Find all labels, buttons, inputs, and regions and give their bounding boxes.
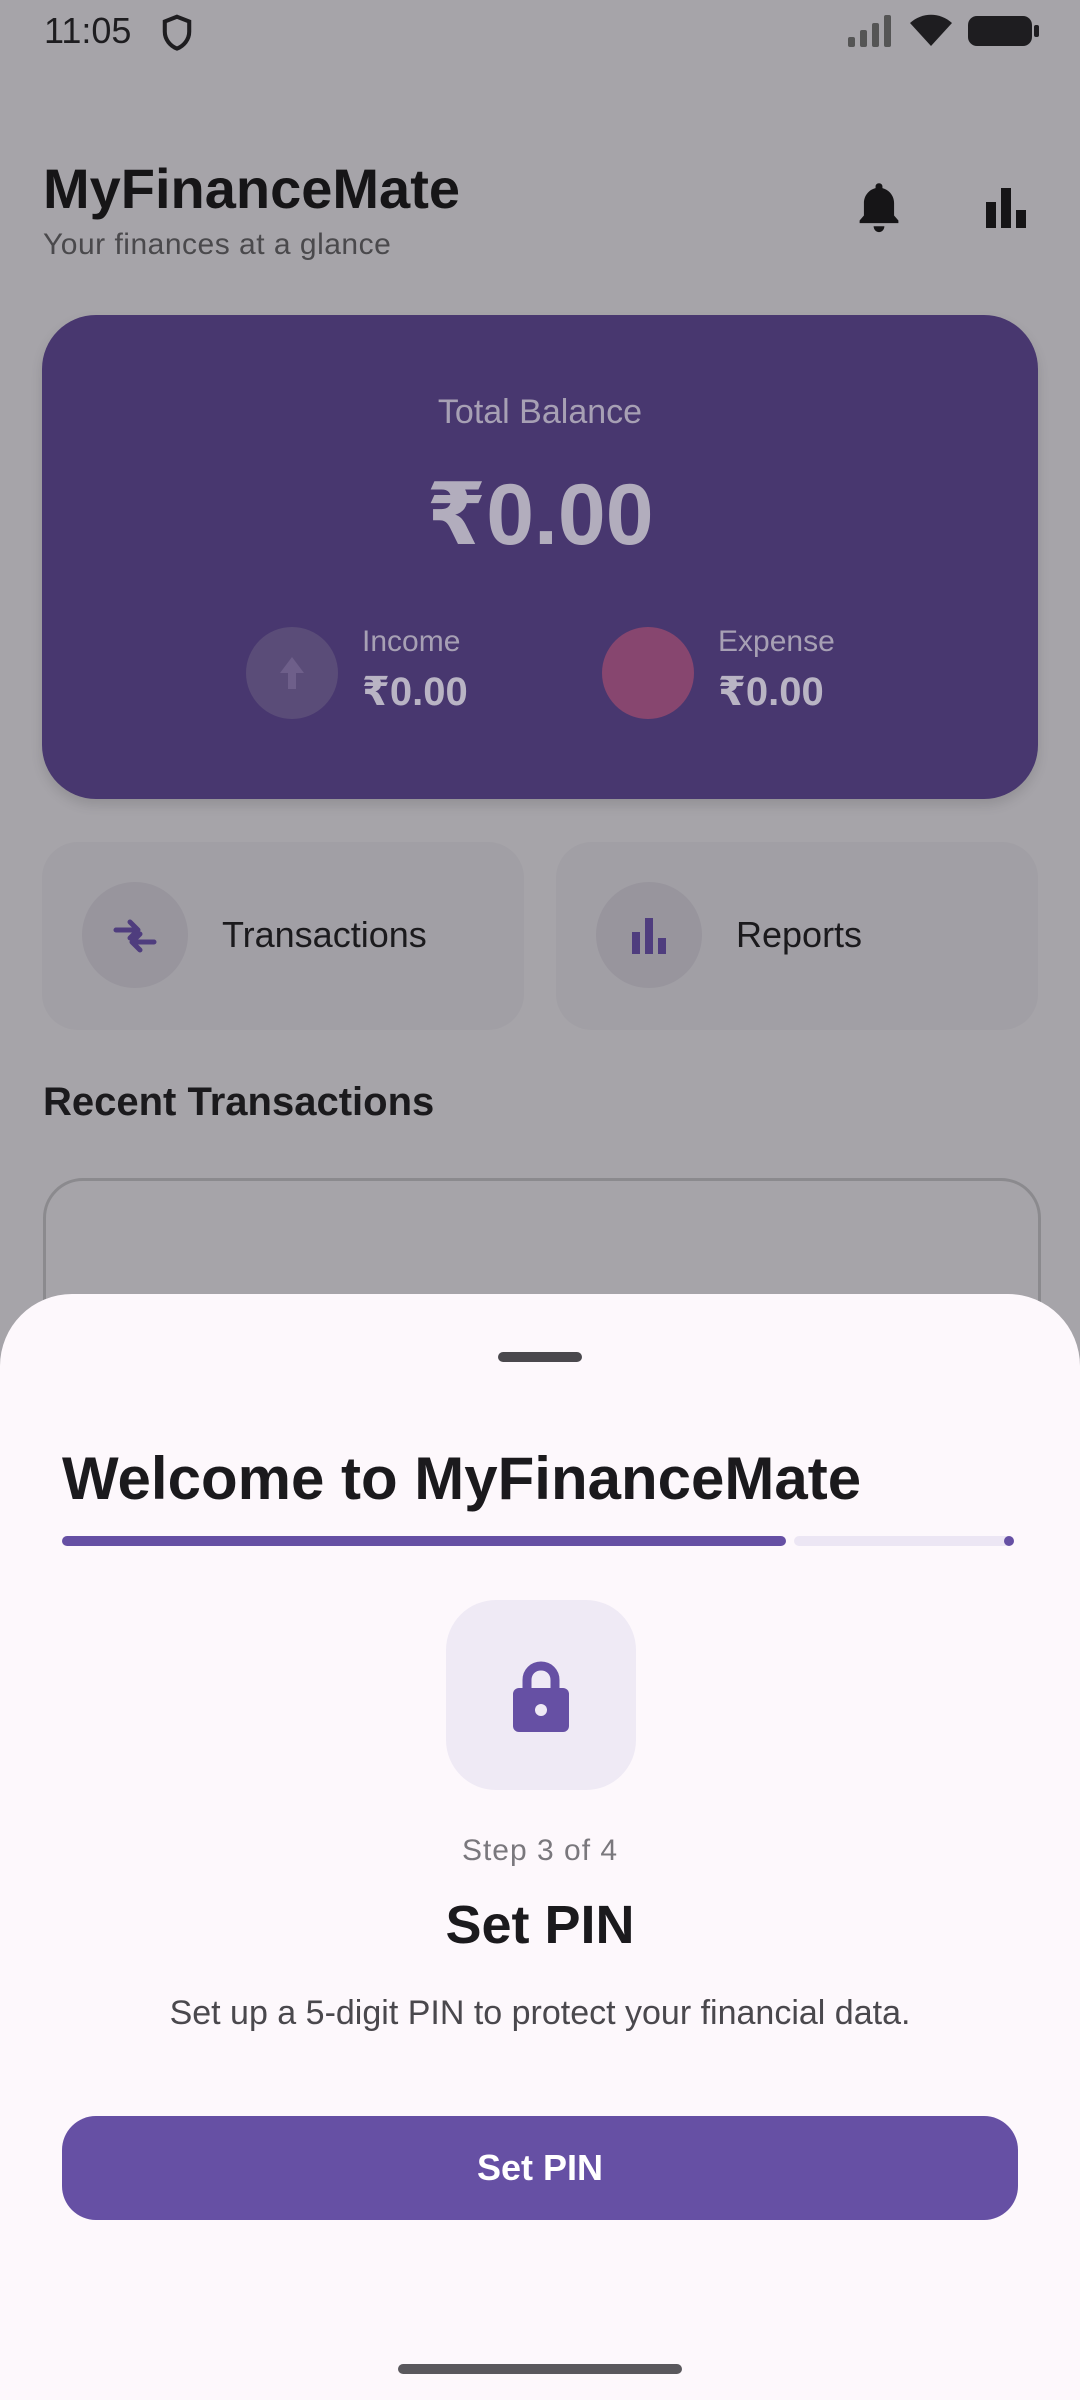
- income-value: ₹0.00: [362, 670, 468, 714]
- progress-track: [794, 1536, 1014, 1546]
- onboarding-sheet: Welcome to MyFinanceMate Step 3 of 4 Set…: [0, 1294, 1080, 2400]
- transactions-button[interactable]: Transactions: [42, 842, 524, 1030]
- total-balance-amount: ₹0.00: [426, 467, 654, 563]
- balance-card: Total Balance ₹0.00 Income ₹0.00 Expense…: [42, 315, 1038, 799]
- status-icons: [848, 14, 1040, 48]
- shield-icon: [162, 14, 192, 51]
- bell-icon[interactable]: [852, 180, 906, 236]
- total-balance-label: Total Balance: [437, 393, 643, 431]
- sheet-title: Welcome to MyFinanceMate: [62, 1445, 862, 1512]
- expense-value: ₹0.00: [718, 670, 824, 714]
- step-description: Set up a 5-digit PIN to protect your fin…: [169, 1994, 911, 2032]
- step-indicator: Step 3 of 4: [461, 1834, 619, 1867]
- income-icon: [246, 627, 338, 719]
- reports-button[interactable]: Reports: [556, 842, 1038, 1030]
- recent-transactions-title: Recent Transactions: [43, 1080, 435, 1124]
- set-pin-button[interactable]: Set PIN: [62, 2116, 1018, 2220]
- transactions-label: Transactions: [222, 914, 427, 955]
- swap-arrows-icon: [82, 882, 188, 988]
- drag-handle[interactable]: [498, 1352, 582, 1362]
- expense-icon: [602, 627, 694, 719]
- progress-fill: [62, 1536, 786, 1546]
- signal-icon: [848, 15, 891, 47]
- expense-label: Expense: [718, 625, 835, 658]
- lock-icon: [446, 1600, 636, 1790]
- bar-chart-icon[interactable]: [982, 184, 1030, 232]
- wifi-icon: [910, 14, 952, 46]
- income-label: Income: [362, 625, 461, 658]
- home-indicator[interactable]: [398, 2364, 682, 2374]
- app-subtitle: Your finances at a glance: [43, 228, 392, 261]
- reports-label: Reports: [736, 914, 863, 955]
- bar-chart-icon: [596, 882, 702, 988]
- step-title: Set PIN: [445, 1895, 635, 1955]
- battery-icon: [968, 16, 1039, 46]
- progress-end-dot: [1004, 1536, 1014, 1546]
- app-title: MyFinanceMate: [43, 157, 460, 220]
- status-time: 11:05: [44, 10, 132, 51]
